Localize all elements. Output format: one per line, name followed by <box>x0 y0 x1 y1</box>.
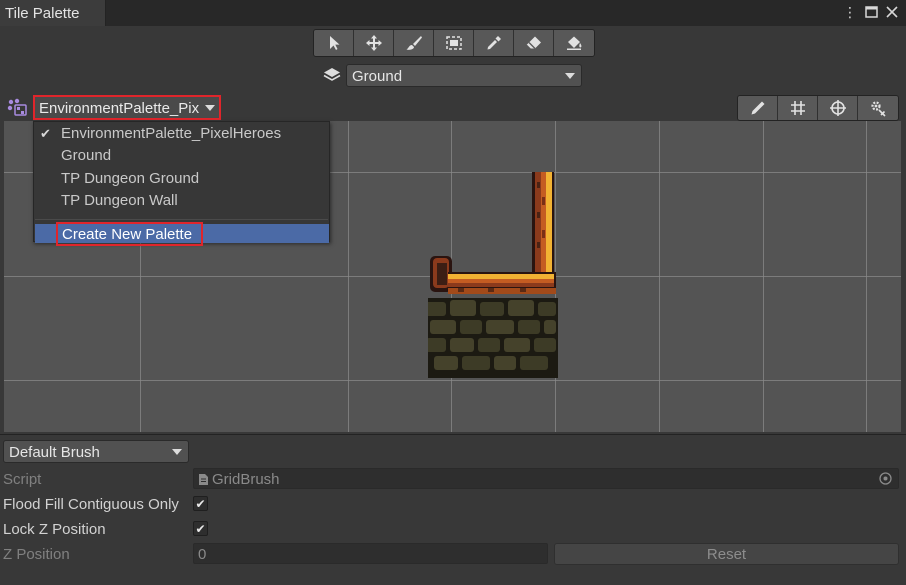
checkmark-icon: ✔ <box>40 126 51 141</box>
chevron-down-icon <box>565 73 575 79</box>
paint-brush-tool-button[interactable] <box>394 30 434 56</box>
flood-fill-checkbox[interactable]: ✔ <box>193 496 208 511</box>
create-new-palette-item[interactable]: Create New Palette <box>56 222 203 246</box>
checkmark-icon: ✔ <box>195 521 206 536</box>
palette-dropdown-menu: ✔ EnvironmentPalette_PixelHeroes Ground … <box>33 121 330 246</box>
grid-icon <box>790 101 805 115</box>
z-position-label: Z Position <box>3 546 70 563</box>
menu-item-palette[interactable]: EnvironmentPalette_PixelHeroes <box>61 125 281 142</box>
script-icon <box>199 474 208 485</box>
move-tool-button[interactable] <box>354 30 394 56</box>
active-tilemap-dropdown[interactable]: Ground <box>346 64 582 87</box>
edit-palette-button[interactable] <box>738 96 778 120</box>
grid-toggle-button[interactable] <box>778 96 818 120</box>
fill-bucket-icon <box>567 36 582 50</box>
menu-separator <box>35 219 328 220</box>
edit-icon <box>751 101 764 115</box>
move-icon <box>365 35 382 51</box>
select-tool-button[interactable] <box>314 30 354 56</box>
more-options-icon[interactable]: ⋮ <box>841 3 859 21</box>
brush-dropdown-value: Default Brush <box>9 444 100 461</box>
tilemap-layer-icon <box>323 68 341 81</box>
palette-dropdown-value: EnvironmentPalette_Pix <box>39 100 200 117</box>
palette-edit-toolbar <box>737 95 899 121</box>
gizmo-icon <box>829 100 846 116</box>
active-tilemap-value: Ground <box>352 68 403 85</box>
select-icon <box>329 36 339 50</box>
menu-item-palette[interactable]: TP Dungeon Wall <box>61 192 178 209</box>
reset-button[interactable]: Reset <box>554 543 899 565</box>
box-fill-icon <box>445 36 462 50</box>
menu-item-palette[interactable]: TP Dungeon Ground <box>61 170 199 187</box>
palette-dropdown[interactable]: EnvironmentPalette_Pix <box>33 95 221 120</box>
window-tab[interactable]: Tile Palette <box>0 0 106 26</box>
script-value: GridBrush <box>212 471 280 488</box>
z-position-value: 0 <box>198 546 207 563</box>
brush-dropdown[interactable]: Default Brush <box>3 440 189 463</box>
title-bar: Tile Palette ⋮ <box>0 0 906 26</box>
chevron-down-icon <box>172 449 182 455</box>
lock-z-label: Lock Z Position <box>3 521 106 538</box>
palette-tiles[interactable] <box>428 172 558 382</box>
eraser-icon <box>525 36 541 50</box>
lock-z-checkbox[interactable]: ✔ <box>193 521 208 536</box>
palette-settings-button[interactable] <box>858 96 898 120</box>
paint-brush-icon <box>406 36 422 50</box>
script-field: GridBrush <box>193 468 899 489</box>
box-fill-tool-button[interactable] <box>434 30 474 56</box>
object-picker-icon[interactable] <box>879 472 892 485</box>
settings-icon <box>871 101 886 117</box>
tile-tools-toolbar <box>313 29 595 57</box>
chevron-down-icon <box>205 105 215 111</box>
eraser-tool-button[interactable] <box>514 30 554 56</box>
close-icon[interactable] <box>883 3 901 21</box>
palette-icon <box>7 98 27 116</box>
fill-bucket-tool-button[interactable] <box>554 30 594 56</box>
checkmark-icon: ✔ <box>195 496 206 511</box>
z-position-field[interactable]: 0 <box>193 543 548 564</box>
maximize-icon[interactable] <box>862 3 880 21</box>
script-label: Script <box>3 471 42 488</box>
menu-item-palette[interactable]: Ground <box>61 147 111 164</box>
flood-fill-label: Flood Fill Contiguous Only <box>3 496 179 513</box>
picker-icon <box>487 36 501 50</box>
picker-tool-button[interactable] <box>474 30 514 56</box>
gizmo-toggle-button[interactable] <box>818 96 858 120</box>
